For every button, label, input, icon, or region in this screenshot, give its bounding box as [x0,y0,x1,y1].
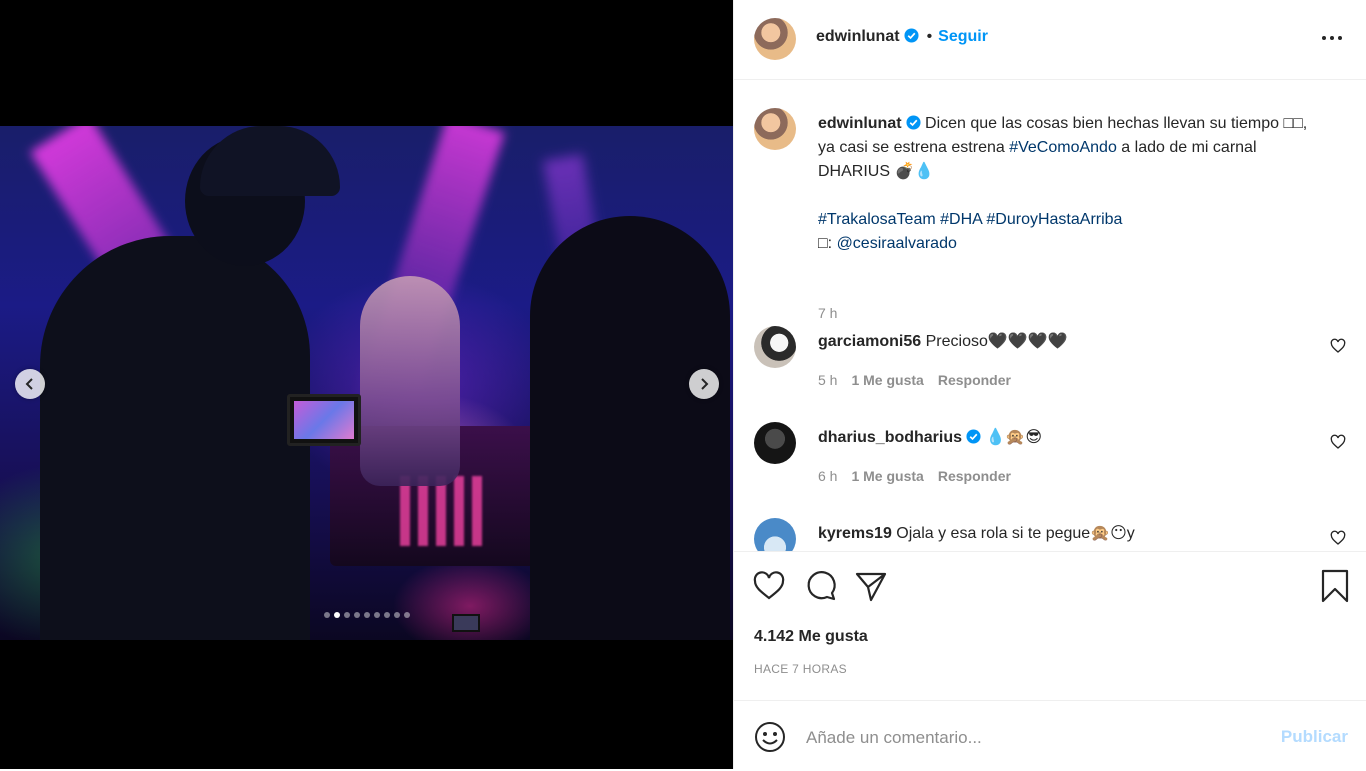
hashtag-link[interactable]: #VeComoAndo [1009,139,1117,156]
person-silhouette [530,216,730,640]
emoji-icon[interactable] [754,721,786,753]
heart-icon[interactable] [1330,434,1346,450]
carousel-dot [373,612,380,618]
credit-prefix: □: [818,235,837,252]
reply-button[interactable]: Responder [938,372,1011,388]
carousel-prev-button[interactable] [15,369,45,399]
reply-button[interactable]: Responder [938,468,1011,484]
publish-button[interactable]: Publicar [1281,727,1348,747]
verified-badge-icon [966,429,981,444]
caption-line: ya casi se estrena estrena [818,139,1010,156]
comment-likes[interactable]: 1 Me gusta [851,372,923,388]
post-photo [0,126,733,640]
header-user: edwinlunat • Seguir [816,28,988,46]
comment-meta: 5 h 1 Me gusta Responder [818,372,1011,388]
follow-button[interactable]: Seguir [938,28,988,45]
hashtag-link[interactable]: #TrakalosaTeam [818,211,936,228]
carousel-dot [363,612,370,618]
comments-list[interactable]: edwinlunat Dicen que las cosas bien hech… [734,80,1366,551]
comment-meta: 6 h 1 Me gusta Responder [818,468,1011,484]
comment-item: dharius_bodharius 💧🙊😎 6 h 1 Me gusta Res… [754,422,1354,502]
carousel-dot [343,612,350,618]
carousel-dot [393,612,400,618]
caption-line: DHARIUS 💣💧 [818,163,935,180]
hashtag-link[interactable]: #DuroyHastaArriba [986,211,1122,228]
comment-input[interactable] [804,721,1258,755]
comment-body: Precioso🖤🖤🖤🖤 [925,333,1068,350]
caption-line: a lado de mi carnal [1116,139,1257,156]
carousel-dot [333,612,340,618]
post-side-panel: edwinlunat • Seguir edwinlunat Dicen que l… [733,0,1366,769]
chevron-right-icon [701,378,709,390]
cap-silhouette [200,126,340,196]
carousel-dot [353,612,360,618]
more-options-icon[interactable] [1320,28,1344,48]
caption-line: Dicen que las cosas bien hechas llevan s… [925,115,1308,132]
caption-time[interactable]: 7 h [818,305,837,321]
comment-time[interactable]: 5 h [818,372,837,388]
share-icon[interactable] [854,569,888,603]
avatar[interactable] [754,422,796,464]
carousel-dot [383,612,390,618]
instagram-post-modal: edwinlunat • Seguir edwinlunat Dicen que l… [0,0,1366,769]
heart-icon[interactable] [752,569,786,603]
comment-likes[interactable]: 1 Me gusta [851,468,923,484]
avatar[interactable] [754,108,796,150]
caption-text: edwinlunat Dicen que las cosas bien hech… [818,112,1358,256]
avatar[interactable] [754,18,796,60]
post-media [0,0,733,769]
add-comment-bar: Publicar [734,700,1366,771]
heart-icon[interactable] [1330,338,1346,354]
comment-item: kyrems19 Ojala y esa rola si te pegue🙊😶y [754,518,1354,551]
person-silhouette [40,236,310,640]
post-timestamp[interactable]: HACE 7 HORAS [754,662,847,676]
comment-time[interactable]: 6 h [818,468,837,484]
avatar[interactable] [754,518,796,551]
hashtag-link[interactable]: #DHA [940,211,982,228]
comment-text: dharius_bodharius 💧🙊😎 [818,426,1042,450]
person-silhouette [360,276,460,486]
post-actions: 4.142 Me gusta HACE 7 HORAS Publicar [734,551,1366,770]
carousel-indicator [0,612,733,618]
likes-count[interactable]: 4.142 Me gusta [754,628,868,646]
comment-body: 💧🙊😎 [985,429,1043,446]
avatar[interactable] [754,326,796,368]
post-header: edwinlunat • Seguir [734,0,1366,80]
mention-link[interactable]: @cesiraalvarado [837,235,957,252]
separator-bullet: • [926,28,933,45]
verified-badge-icon [906,115,921,130]
carousel-next-button[interactable] [689,369,719,399]
camera-monitor [287,394,361,446]
bottles [400,476,490,546]
comment-text: kyrems19 Ojala y esa rola si te pegue🙊😶y [818,522,1135,546]
comment-body: Ojala y esa rola si te pegue🙊😶y [896,525,1135,542]
comment-text: garciamoni56 Precioso🖤🖤🖤🖤 [818,330,1068,354]
username-link[interactable]: edwinlunat [816,28,900,45]
comment-username[interactable]: garciamoni56 [818,333,921,350]
chevron-left-icon [25,378,33,390]
verified-badge-icon [904,28,919,43]
comment-icon[interactable] [804,569,838,603]
heart-icon[interactable] [1330,530,1346,546]
carousel-dot [323,612,330,618]
comment-username[interactable]: dharius_bodharius [818,429,962,446]
carousel-dot [403,612,410,618]
caption-username[interactable]: edwinlunat [818,115,902,132]
bookmark-icon[interactable] [1318,569,1352,603]
comment-username[interactable]: kyrems19 [818,525,892,542]
comment-item: garciamoni56 Precioso🖤🖤🖤🖤 5 h 1 Me gusta… [754,326,1354,406]
